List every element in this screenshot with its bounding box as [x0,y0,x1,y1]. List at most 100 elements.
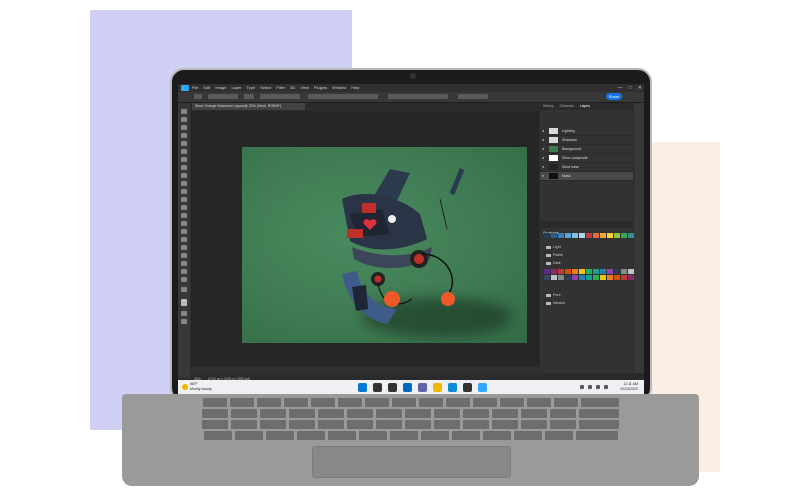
color-swatch[interactable] [565,275,571,280]
menu-3d[interactable]: 3D [290,84,295,92]
swatch-folder-pastel[interactable]: Pastel [544,253,563,257]
edit-toolbar-icon[interactable] [181,287,187,292]
color-swatch[interactable] [544,233,550,238]
menu-layer[interactable]: Layer [231,84,241,92]
pen-tool-icon[interactable] [181,237,187,242]
move-tool-icon[interactable] [181,109,187,114]
color-swatch[interactable] [593,269,599,274]
path-selection-tool-icon[interactable] [181,253,187,258]
color-swatch[interactable] [593,275,599,280]
system-tray-icons[interactable] [580,385,608,389]
align-buttons[interactable] [308,94,378,99]
tab-layers[interactable]: Layers [580,103,590,110]
lasso-tool-icon[interactable] [181,133,187,138]
eye-icon[interactable]: ● [542,165,544,169]
eye-icon[interactable]: ● [542,174,544,178]
color-swatch[interactable] [565,233,571,238]
layer-row[interactable]: ● Shoe base [540,163,633,172]
close-button[interactable]: ✕ [638,85,642,91]
crop-tool-icon[interactable] [181,149,187,154]
color-swatch[interactable] [579,233,585,238]
color-swatch[interactable] [572,275,578,280]
screen-mode-icon[interactable] [181,319,187,324]
swatch-folder-light[interactable]: Light [544,245,561,249]
menu-filter[interactable]: Filter [276,84,285,92]
color-swatch[interactable] [558,275,564,280]
tab-history[interactable]: History [543,103,554,110]
color-swatch[interactable] [607,233,613,238]
artboard-tool-icon[interactable] [181,117,187,122]
marquee-tool-icon[interactable] [181,125,187,130]
color-swatch[interactable] [544,269,550,274]
quick-mask-icon[interactable] [181,311,187,316]
artboard[interactable] [242,147,527,343]
layer-row[interactable]: ● Shadows [540,136,633,145]
gradient-tool-icon[interactable] [181,213,187,218]
photoshop-icon[interactable] [478,383,487,392]
maximize-button[interactable]: □ [629,85,632,91]
clock[interactable]: 11:11 AM 10/24/2022 [620,382,638,392]
menu-select[interactable]: Select [260,84,271,92]
color-swatch[interactable] [558,233,564,238]
layer-row[interactable]: ● Mask [540,172,633,181]
color-swatch[interactable] [621,269,627,274]
eyedropper-tool-icon[interactable] [181,165,187,170]
search-icon[interactable] [373,383,382,392]
menu-window[interactable]: Window [332,84,346,92]
canvas-area[interactable] [191,111,539,366]
menu-edit[interactable]: Edit [203,84,210,92]
menu-image[interactable]: Image [215,84,226,92]
auto-select-option[interactable] [208,94,238,99]
dodge-tool-icon[interactable] [181,229,187,234]
share-button[interactable]: Share [606,93,622,100]
color-swatch[interactable] [572,233,578,238]
eye-icon[interactable]: ● [542,129,544,133]
color-swatch[interactable] [579,275,585,280]
color-swatch[interactable] [600,275,606,280]
distribute-buttons[interactable] [388,94,448,99]
file-explorer-icon[interactable] [433,383,442,392]
3d-mode-buttons[interactable] [458,94,488,99]
type-tool-icon[interactable] [181,245,187,250]
frame-tool-icon[interactable] [181,157,187,162]
layer-row[interactable]: ● Shoe composite [540,154,633,163]
menu-view[interactable]: View [300,84,309,92]
eye-icon[interactable]: ● [542,156,544,160]
color-swatch[interactable] [586,275,592,280]
eraser-tool-icon[interactable] [181,205,187,210]
task-view-icon[interactable] [388,383,397,392]
blur-tool-icon[interactable] [181,221,187,226]
foreground-color-swatch[interactable] [181,299,187,306]
menu-type[interactable]: Type [247,84,256,92]
transform-controls-option[interactable] [244,94,254,99]
show-transform-controls[interactable] [260,94,300,99]
menu-plugins[interactable]: Plugins [314,84,327,92]
eye-icon[interactable]: ● [542,147,544,151]
color-swatch[interactable] [586,233,592,238]
weather-widget[interactable]: 68°F Mostly cloudy [190,382,212,392]
menu-help[interactable]: Help [351,84,359,92]
menu-file[interactable]: File [192,84,198,92]
minimize-button[interactable]: — [618,85,623,91]
weather-icon[interactable] [182,384,188,390]
swatch-folder-dark[interactable]: Dark [544,261,561,265]
color-swatch[interactable] [572,269,578,274]
color-swatch[interactable] [579,269,585,274]
clone-stamp-tool-icon[interactable] [181,189,187,194]
widgets-icon[interactable] [403,383,412,392]
color-swatch[interactable] [600,233,606,238]
color-swatch[interactable] [607,269,613,274]
object-selection-tool-icon[interactable] [181,141,187,146]
healing-brush-tool-icon[interactable] [181,173,187,178]
tab-channels[interactable]: Channels [560,103,574,110]
color-swatch[interactable] [551,233,557,238]
color-swatch[interactable] [565,269,571,274]
color-swatch[interactable] [544,275,550,280]
color-swatch[interactable] [607,275,613,280]
document-tab[interactable]: Shoe Orange Balanced Layout@ 33% (Multi.… [192,103,305,110]
hand-tool-icon[interactable] [181,269,187,274]
history-brush-tool-icon[interactable] [181,197,187,202]
layer-row[interactable]: ● Lighting [540,127,633,136]
color-swatch[interactable] [593,233,599,238]
start-icon[interactable] [358,383,367,392]
